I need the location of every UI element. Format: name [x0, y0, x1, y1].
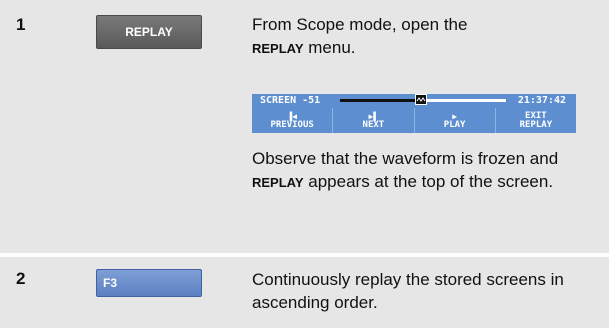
instruction-text: From Scope mode, open the [252, 15, 468, 34]
softkey-row: ▐◀ PREVIOUS ▶▌ NEXT ▶ PLAY EXIT REPLAY [252, 108, 576, 133]
screen-number-label: SCREEN -51 [260, 95, 321, 106]
step-2-instruction: Continuously replay the stored screens i… [252, 270, 564, 312]
next-label: NEXT [362, 119, 385, 130]
next-softkey[interactable]: ▶▌ NEXT [332, 108, 413, 133]
step-number: 2 [16, 269, 26, 288]
replay-keyword: REPLAY [252, 41, 304, 56]
replay-progress-fill [340, 99, 420, 102]
play-label: PLAY [443, 119, 466, 130]
exit-replay-softkey[interactable]: EXIT REPLAY [494, 108, 576, 133]
play-softkey[interactable]: ▶ PLAY [413, 108, 495, 133]
replay-keyword-observation: REPLAY [252, 175, 304, 190]
observation-text-end: appears at the top of the screen. [303, 172, 554, 191]
step-number: 1 [16, 15, 26, 34]
step-row-1: 1 REPLAY From Scope mode, open the REPLA… [0, 0, 609, 253]
previous-softkey[interactable]: ▐◀ PREVIOUS [252, 108, 332, 133]
f3-key-button[interactable]: F3 [96, 269, 202, 297]
previous-label: PREVIOUS [270, 119, 314, 130]
step-row-2: 2 F3 Continuously replay the stored scre… [0, 257, 609, 328]
step-1-observation: Observe that the waveform is frozen and … [252, 147, 592, 194]
replay-key-button[interactable]: REPLAY [96, 15, 202, 49]
observation-text: Observe that the waveform is frozen and [252, 149, 559, 168]
replay-screen-bar: SCREEN -51 21:37:42 ▐◀ PREVIOUS ▶▌ NEXT [252, 94, 576, 133]
replay-status-line: SCREEN -51 21:37:42 [252, 94, 576, 107]
step-1-instruction: From Scope mode, open the REPLAY menu. [252, 13, 592, 60]
replay-marker-icon [415, 94, 427, 105]
instruction-table: 1 REPLAY From Scope mode, open the REPLA… [0, 0, 609, 328]
time-label: 21:37:42 [517, 95, 566, 106]
exit-replay-label: REPLAY [519, 119, 553, 130]
instruction-text-end: menu. [303, 38, 356, 57]
